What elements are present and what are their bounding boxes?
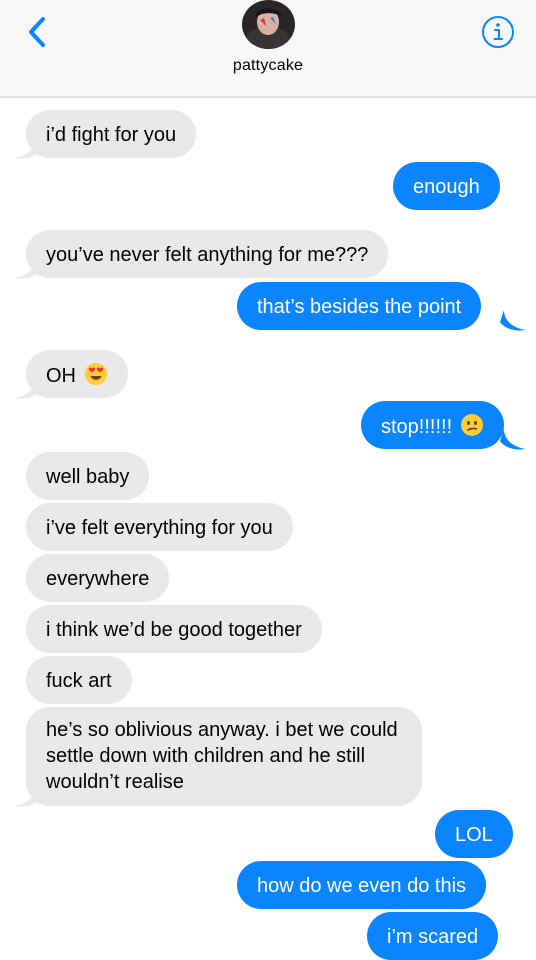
message-text: that’s besides the point	[257, 296, 462, 318]
message-received[interactable]: you’ve never felt anything for me???	[26, 230, 389, 278]
message-text: i’d fight for you	[46, 124, 177, 146]
bubble-tail	[500, 310, 526, 331]
message-text: i think we’d be good together	[46, 619, 302, 641]
message-sent[interactable]: i’m scared	[367, 912, 499, 960]
message-received[interactable]: i’d fight for you	[26, 110, 197, 158]
message-text: fuck art	[46, 670, 112, 692]
heart-eyes-emoji	[84, 363, 107, 385]
bubble-tail	[14, 786, 40, 807]
message-received[interactable]: i think we’d be good together	[26, 605, 322, 653]
info-button[interactable]	[480, 14, 516, 50]
info-circle-icon	[482, 16, 514, 48]
back-button[interactable]	[20, 14, 54, 50]
message-text: i’ve felt everything for you	[46, 517, 273, 539]
message-received[interactable]: he’s so oblivious anyway. i bet we could…	[26, 707, 422, 806]
message-text: OH	[46, 365, 76, 387]
message-sent[interactable]: how do we even do this	[237, 861, 487, 909]
message-text: enough	[413, 176, 480, 198]
message-text: stop!!!!!!	[381, 416, 453, 438]
contact-name[interactable]: pattycake	[0, 57, 536, 75]
bubble-tail	[14, 378, 40, 399]
message-sent[interactable]: enough	[393, 162, 500, 210]
confused-face-emoji	[460, 414, 483, 436]
message-text: he’s so oblivious anyway. i bet we could…	[46, 719, 398, 793]
message-sent[interactable]: LOL	[435, 810, 513, 858]
message-received[interactable]: well baby	[26, 452, 150, 500]
message-text: i’m scared	[387, 926, 479, 948]
message-received[interactable]: OH	[26, 350, 128, 398]
bubble-tail	[500, 429, 526, 450]
message-text: you’ve never felt anything for me???	[46, 244, 369, 266]
message-received[interactable]: everywhere	[26, 554, 170, 602]
message-sent[interactable]: that’s besides the point	[237, 282, 482, 330]
chevron-left-icon	[29, 17, 45, 47]
message-sent[interactable]: stop!!!!!!	[361, 401, 504, 449]
message-text: how do we even do this	[257, 875, 467, 897]
bubble-tail	[14, 258, 40, 279]
message-text: well baby	[46, 466, 130, 488]
message-text: LOL	[455, 824, 493, 846]
message-text: everywhere	[46, 568, 150, 590]
message-received[interactable]: fuck art	[26, 656, 132, 704]
bubble-tail	[14, 138, 40, 159]
message-received[interactable]: i’ve felt everything for you	[26, 503, 293, 551]
conversation-header: pattycake	[0, 0, 536, 98]
contact-avatar[interactable]	[242, 0, 295, 49]
